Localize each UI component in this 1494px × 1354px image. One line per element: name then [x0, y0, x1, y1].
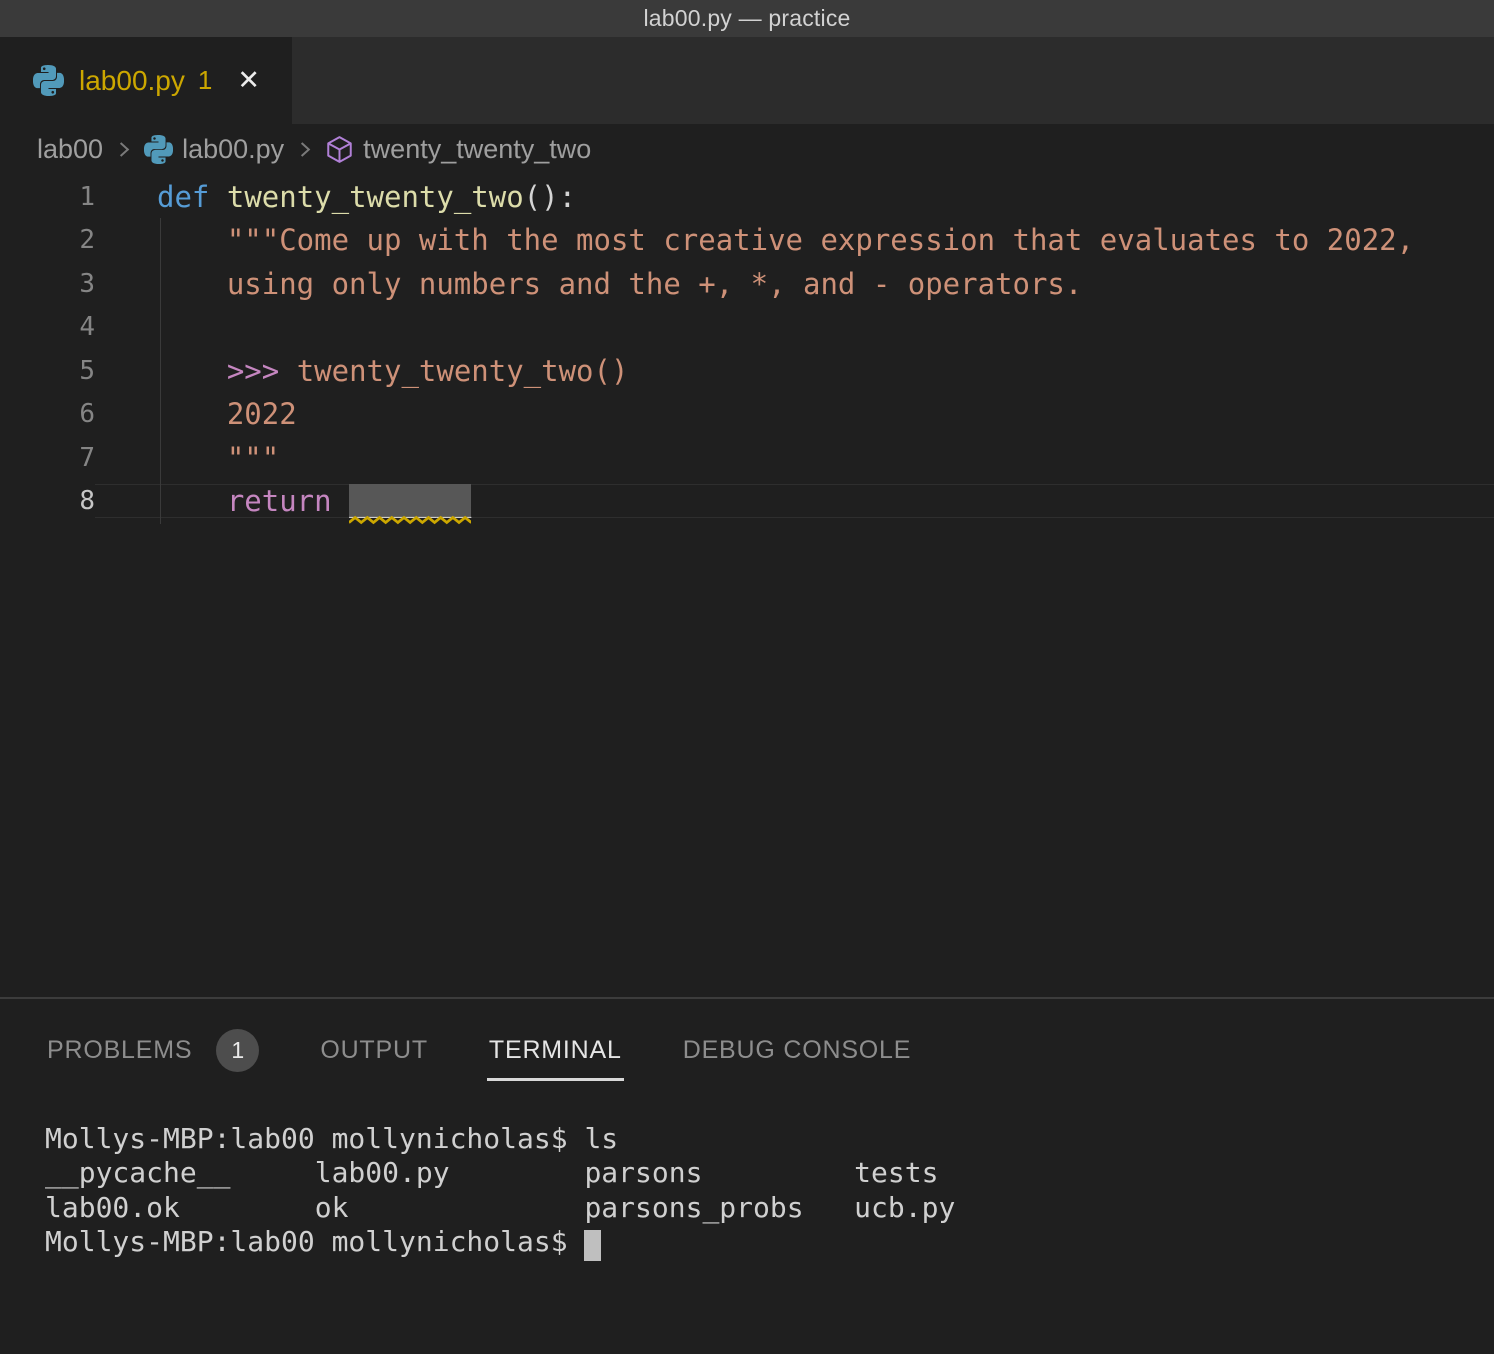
tab-close-icon[interactable]: ✕ [237, 65, 260, 96]
breadcrumb-symbol[interactable]: twenty_twenty_two [363, 134, 591, 165]
code-text: """ [95, 441, 1494, 475]
panel-tab-label: OUTPUT [320, 1036, 428, 1065]
indent-guide [160, 218, 161, 524]
python-file-icon [33, 65, 64, 96]
panel-tab-terminal[interactable]: TERMINAL [487, 1010, 624, 1081]
line-number: 2 [0, 225, 95, 255]
breadcrumb-folder[interactable]: lab00 [37, 134, 103, 165]
breadcrumb: lab00 lab00.py twenty_twenty_two [0, 124, 1494, 175]
terminal-line: __pycache__ lab00.py parsons tests [45, 1156, 1494, 1190]
code-placeholder-selection[interactable]: _______ [349, 484, 471, 518]
line-number: 1 [0, 182, 95, 212]
code-line[interactable]: 7 """ [0, 436, 1494, 480]
line-number: 8 [0, 486, 95, 516]
terminal-cursor [584, 1230, 601, 1261]
panel-tab-label: TERMINAL [489, 1036, 622, 1065]
tab-filename: lab00.py [79, 65, 185, 97]
editor-tab-strip: lab00.py 1 ✕ [0, 37, 1494, 124]
line-number: 5 [0, 356, 95, 386]
chevron-right-icon [293, 138, 316, 161]
terminal-line: lab00.ok ok parsons_probs ucb.py [45, 1191, 1494, 1225]
line-number: 3 [0, 269, 95, 299]
title-bar[interactable]: lab00.py — practice [0, 0, 1494, 37]
code-text: using only numbers and the +, *, and - o… [95, 267, 1494, 301]
python-file-icon [144, 135, 173, 164]
code-line[interactable]: 3 using only numbers and the +, *, and -… [0, 262, 1494, 306]
panel-tab-problems[interactable]: PROBLEMS 1 [45, 1003, 261, 1088]
warning-squiggle-icon [349, 515, 471, 525]
code-line[interactable]: 2 """Come up with the most creative expr… [0, 219, 1494, 263]
code-text: return _______ [95, 484, 1494, 518]
code-text: 2022 [95, 397, 1494, 431]
breadcrumb-file[interactable]: lab00.py [182, 134, 284, 165]
code-line-current[interactable]: 8 return _______ [0, 480, 1494, 524]
code-line[interactable]: 1 def twenty_twenty_two(): [0, 175, 1494, 219]
window-title: lab00.py — practice [643, 5, 850, 32]
code-text: >>> twenty_twenty_two() [95, 354, 1494, 388]
panel-tab-label: DEBUG CONSOLE [683, 1036, 912, 1065]
tab-lab00-py[interactable]: lab00.py 1 ✕ [0, 37, 292, 124]
symbol-method-cube-icon [325, 135, 354, 164]
problems-count-badge: 1 [216, 1029, 259, 1072]
code-text: def twenty_twenty_two(): [95, 180, 1494, 214]
code-text: """Come up with the most creative expres… [95, 223, 1494, 257]
tab-problems-badge: 1 [198, 65, 212, 96]
vscode-window: lab00.py — practice lab00.py 1 ✕ lab00 l… [0, 0, 1494, 1354]
code-line[interactable]: 4 [0, 306, 1494, 350]
line-number: 4 [0, 312, 95, 342]
terminal-line: Mollys-MBP:lab00 mollynicholas$ ls [45, 1122, 1494, 1156]
code-line[interactable]: 6 2022 [0, 393, 1494, 437]
code-line[interactable]: 5 >>> twenty_twenty_two() [0, 349, 1494, 393]
panel-tab-bar: PROBLEMS 1 OUTPUT TERMINAL DEBUG CONSOLE [0, 999, 1494, 1091]
terminal-prompt-line[interactable]: Mollys-MBP:lab00 mollynicholas$ [45, 1225, 1494, 1259]
panel-tab-label: PROBLEMS [47, 1036, 192, 1065]
placeholder-text: _______ [349, 484, 471, 518]
terminal-output[interactable]: Mollys-MBP:lab00 mollynicholas$ ls __pyc… [45, 1122, 1494, 1259]
panel-tab-output[interactable]: OUTPUT [318, 1010, 430, 1081]
line-number: 6 [0, 399, 95, 429]
panel-tab-debug-console[interactable]: DEBUG CONSOLE [681, 1010, 914, 1081]
line-number: 7 [0, 443, 95, 473]
code-editor[interactable]: 1 def twenty_twenty_two(): 2 """Come up … [0, 175, 1494, 997]
chevron-right-icon [112, 138, 135, 161]
